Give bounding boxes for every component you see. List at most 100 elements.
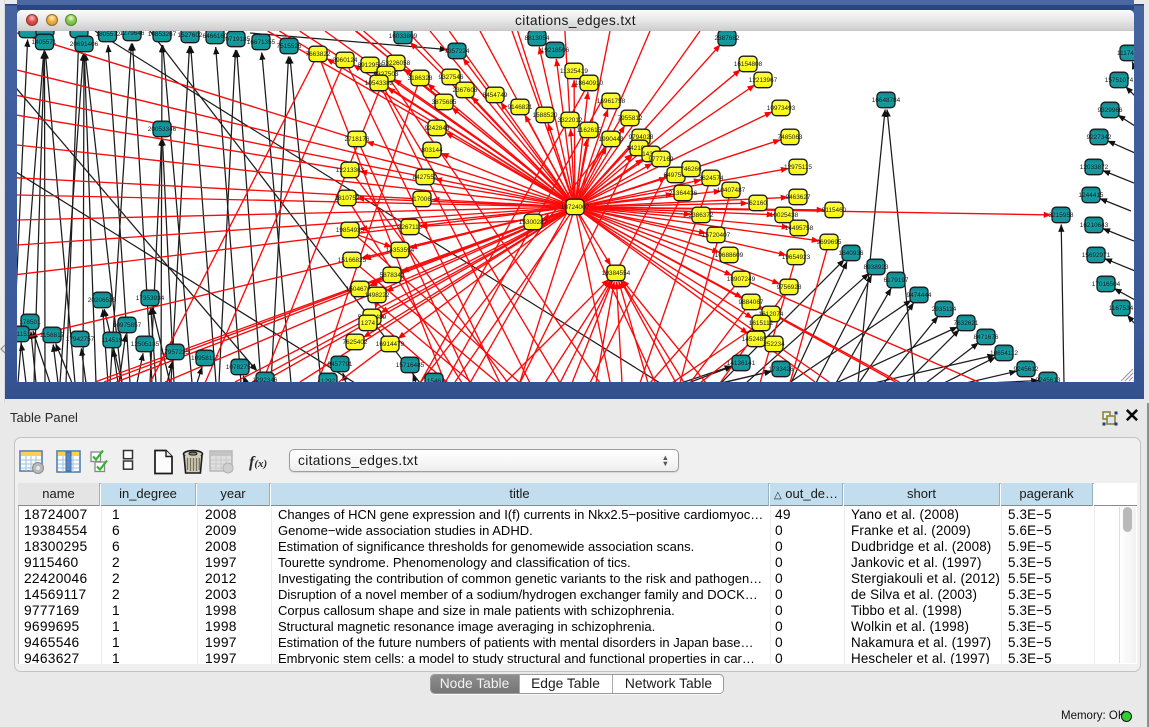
svg-text:20691406: 20691406 (70, 41, 99, 48)
svg-text:20053346: 20053346 (148, 126, 177, 133)
svg-text:15166825: 15166825 (338, 257, 367, 264)
svg-text:1244415: 1244415 (1079, 192, 1104, 199)
svg-text:1274: 1274 (361, 320, 376, 327)
svg-text:10025438: 10025438 (770, 212, 799, 219)
svg-text:14353594: 14353594 (386, 247, 415, 254)
svg-text:1156817: 1156817 (40, 332, 65, 339)
svg-text:1615112: 1615112 (749, 320, 774, 327)
svg-text:1733426: 1733426 (769, 366, 794, 373)
svg-text:17016504: 17016504 (1092, 281, 1121, 288)
svg-text:8471676: 8471676 (974, 334, 999, 341)
svg-text:10654112: 10654112 (990, 350, 1018, 357)
svg-text:1162615: 1162615 (577, 127, 602, 134)
svg-text:9327546: 9327546 (439, 74, 464, 81)
svg-text:9245613: 9245613 (1036, 377, 1061, 382)
svg-text:3624574: 3624574 (699, 175, 724, 182)
svg-text:1292: 1292 (321, 378, 336, 382)
svg-text:12213363: 12213363 (336, 167, 365, 174)
svg-text:12505135: 12505135 (131, 341, 160, 348)
svg-text:1527602: 1527602 (178, 32, 203, 39)
svg-text:9699695: 9699695 (817, 239, 842, 246)
svg-text:9329966: 9329966 (1098, 107, 1123, 114)
svg-text:10853267: 10853267 (148, 31, 177, 38)
svg-text:9227342: 9227342 (1087, 134, 1112, 141)
svg-text:17957225: 17957225 (161, 349, 190, 356)
svg-text:16914479: 16914479 (376, 341, 405, 348)
svg-text:1546: 1546 (427, 378, 442, 382)
svg-text:7357224: 7357224 (445, 48, 470, 55)
svg-text:2387682: 2387682 (715, 35, 740, 42)
svg-text:15720407: 15720407 (702, 232, 731, 239)
svg-text:15751074: 15751074 (1105, 77, 1134, 84)
svg-text:7663822: 7663822 (306, 51, 331, 58)
svg-text:8454749: 8454749 (483, 92, 508, 99)
svg-text:803144: 803144 (421, 147, 443, 154)
svg-text:9115460: 9115460 (822, 207, 847, 214)
svg-text:8938923: 8938923 (864, 264, 889, 271)
svg-text:15716485: 15716485 (396, 362, 425, 369)
svg-text:1405571: 1405571 (32, 39, 57, 46)
svg-text:18907249: 18907249 (727, 276, 756, 283)
svg-text:17006: 17006 (413, 196, 431, 203)
svg-text:12975115: 12975115 (784, 164, 812, 171)
svg-text:114519: 114519 (102, 337, 123, 344)
svg-text:21364436: 21364436 (669, 190, 698, 197)
svg-text:19654923: 19654923 (782, 254, 811, 261)
svg-text:10975857: 10975857 (113, 322, 142, 329)
svg-text:1292346: 1292346 (253, 377, 278, 382)
svg-text:9756928: 9756928 (777, 284, 802, 291)
svg-text:3186328: 3186328 (408, 75, 433, 82)
svg-text:391151: 391151 (17, 331, 31, 338)
svg-text:178501: 178501 (19, 319, 41, 326)
svg-text:1167534: 1167534 (1109, 305, 1134, 312)
svg-text:9146821: 9146821 (508, 104, 533, 111)
svg-text:10543382: 10543382 (365, 80, 394, 87)
svg-text:9457791: 9457791 (328, 361, 353, 368)
svg-text:16648784: 16648784 (872, 97, 901, 104)
svg-text:16033809: 16033809 (389, 33, 418, 40)
svg-text:1279646: 1279646 (120, 31, 145, 37)
svg-text:1498222: 1498222 (365, 292, 390, 299)
svg-text:3267110: 3267110 (398, 224, 423, 231)
svg-text:20206535: 20206535 (88, 297, 117, 304)
svg-text:2367608: 2367608 (453, 87, 478, 94)
svg-text:17353934: 17353934 (136, 295, 165, 302)
svg-text:7515526: 7515526 (277, 43, 302, 50)
svg-text:7955812: 7955812 (618, 115, 643, 122)
svg-text:14495758: 14495758 (785, 225, 814, 232)
svg-text:3875685: 3875685 (432, 99, 457, 106)
svg-text:10958117: 10958117 (191, 355, 219, 362)
svg-text:7632621: 7632621 (954, 320, 979, 327)
svg-text:9245612: 9245612 (1014, 366, 1039, 373)
svg-text:10782759: 10782759 (226, 364, 255, 371)
svg-text:11325419: 11325419 (560, 68, 588, 75)
svg-text:9463627: 9463627 (786, 194, 811, 201)
svg-text:3960124: 3960124 (333, 57, 358, 64)
svg-text:19218506: 19218506 (541, 47, 570, 54)
svg-text:10973493: 10973493 (767, 105, 796, 112)
svg-text:2935114: 2935114 (932, 306, 957, 313)
svg-text:16210643: 16210643 (1080, 222, 1109, 229)
svg-text:9474444: 9474444 (907, 292, 932, 299)
svg-text:7485063: 7485063 (778, 134, 803, 141)
svg-text:746266: 746266 (680, 166, 702, 173)
svg-text:18640910: 18640910 (575, 80, 604, 87)
svg-text:19854935: 19854935 (336, 227, 365, 234)
svg-text:9242848: 9242848 (425, 125, 450, 132)
svg-text:1810752: 1810752 (335, 195, 360, 202)
svg-text:1990443: 1990443 (599, 136, 624, 143)
svg-text:10688609: 10688609 (715, 252, 744, 259)
svg-text:15300287: 15300287 (519, 219, 548, 226)
svg-text:9884067: 9884067 (739, 299, 764, 306)
svg-text:62160: 62160 (749, 200, 767, 207)
svg-text:14136141: 14136141 (727, 360, 756, 367)
svg-text:12033872: 12033872 (1080, 164, 1109, 171)
svg-text:19384554: 19384554 (602, 270, 631, 277)
svg-text:16961758: 16961758 (597, 98, 626, 105)
svg-text:252234: 252234 (763, 341, 785, 348)
svg-text:9777169: 9777169 (649, 156, 674, 163)
svg-text:2386372: 2386372 (689, 212, 714, 219)
svg-text:2718176: 2718176 (345, 136, 370, 143)
svg-text:6179197: 6179197 (884, 277, 909, 284)
svg-text:10407487: 10407487 (717, 187, 746, 194)
